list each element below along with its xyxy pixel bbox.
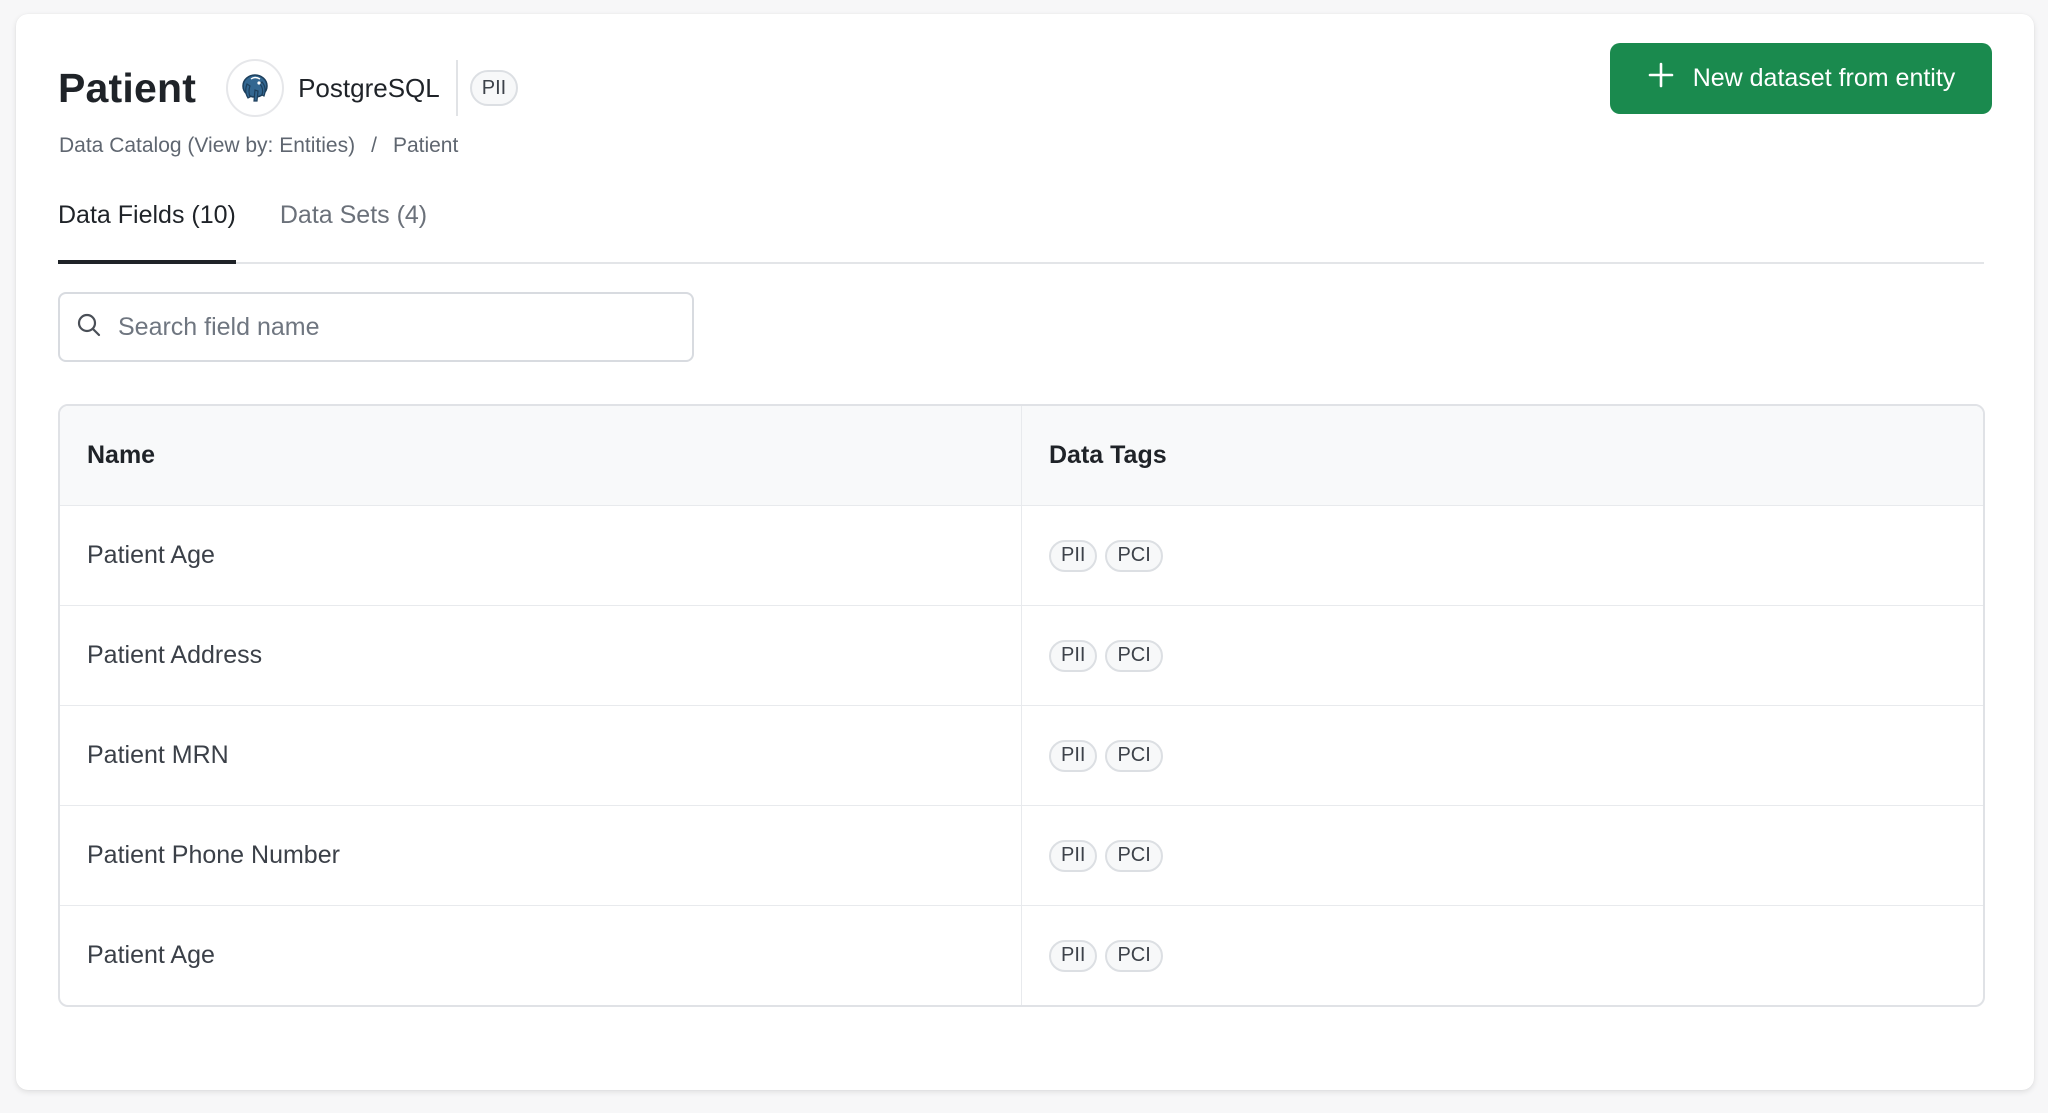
pci-tag: PCI xyxy=(1105,639,1163,672)
tab-data-sets[interactable]: Data Sets (4) xyxy=(280,189,427,247)
tab-bar: Data Fields (10) Data Sets (4) xyxy=(58,189,1984,264)
field-name-cell: Patient Phone Number xyxy=(60,806,1022,905)
field-name-cell: Patient Address xyxy=(60,606,1022,705)
new-dataset-label: New dataset from entity xyxy=(1692,64,1956,92)
column-header-data-tags[interactable]: Data Tags xyxy=(1022,406,1983,505)
table-row[interactable]: Patient Phone Number PII PCI xyxy=(60,805,1983,905)
entity-detail-card: Patient PostgreSQL PII Data Catalog (Vie… xyxy=(16,14,2034,1090)
breadcrumb: Data Catalog (View by: Entities) / Patie… xyxy=(59,134,458,158)
data-tags-cell: PII PCI xyxy=(1022,906,1983,1005)
pci-tag: PCI xyxy=(1105,839,1163,872)
data-tags-cell: PII PCI xyxy=(1022,506,1983,605)
table-row[interactable]: Patient Address PII PCI xyxy=(60,605,1983,705)
entity-pii-badge: PII xyxy=(469,70,519,106)
breadcrumb-separator: / xyxy=(371,134,377,157)
pii-tag: PII xyxy=(1049,639,1098,672)
table-row[interactable]: Patient MRN PII PCI xyxy=(60,705,1983,805)
pci-tag: PCI xyxy=(1105,939,1163,972)
database-name: PostgreSQL xyxy=(298,72,440,103)
table-row[interactable]: Patient Age PII PCI xyxy=(60,905,1983,1005)
tab-data-fields[interactable]: Data Fields (10) xyxy=(58,189,236,264)
field-name-cell: Patient MRN xyxy=(60,706,1022,805)
data-tags-cell: PII PCI xyxy=(1022,806,1983,905)
search-input[interactable] xyxy=(116,311,660,343)
column-header-name[interactable]: Name xyxy=(60,406,1022,505)
header-divider xyxy=(455,60,458,116)
field-name-cell: Patient Age xyxy=(60,906,1022,1005)
page-title: Patient xyxy=(58,64,197,111)
entity-header: Patient PostgreSQL PII xyxy=(58,52,519,124)
pii-tag: PII xyxy=(1049,839,1098,872)
plus-icon xyxy=(1647,61,1675,96)
pii-tag: PII xyxy=(1049,939,1098,972)
data-fields-table: Name Data Tags Patient Age PII PCI Patie… xyxy=(58,404,1985,1007)
table-row[interactable]: Patient Age PII PCI xyxy=(60,505,1983,605)
table-header-row: Name Data Tags xyxy=(60,406,1983,505)
pci-tag: PCI xyxy=(1105,539,1163,572)
search-box xyxy=(58,292,694,362)
pii-tag: PII xyxy=(1049,739,1098,772)
field-name-cell: Patient Age xyxy=(60,506,1022,605)
data-tags-cell: PII PCI xyxy=(1022,706,1983,805)
search-icon xyxy=(76,312,102,343)
pii-tag: PII xyxy=(1049,539,1098,572)
postgresql-elephant-icon xyxy=(226,59,285,117)
pci-tag: PCI xyxy=(1105,739,1163,772)
new-dataset-from-entity-button[interactable]: New dataset from entity xyxy=(1610,43,1992,114)
breadcrumb-current: Patient xyxy=(392,134,459,157)
data-tags-cell: PII PCI xyxy=(1022,606,1983,705)
breadcrumb-root-link[interactable]: Data Catalog (View by: Entities) xyxy=(59,134,355,158)
